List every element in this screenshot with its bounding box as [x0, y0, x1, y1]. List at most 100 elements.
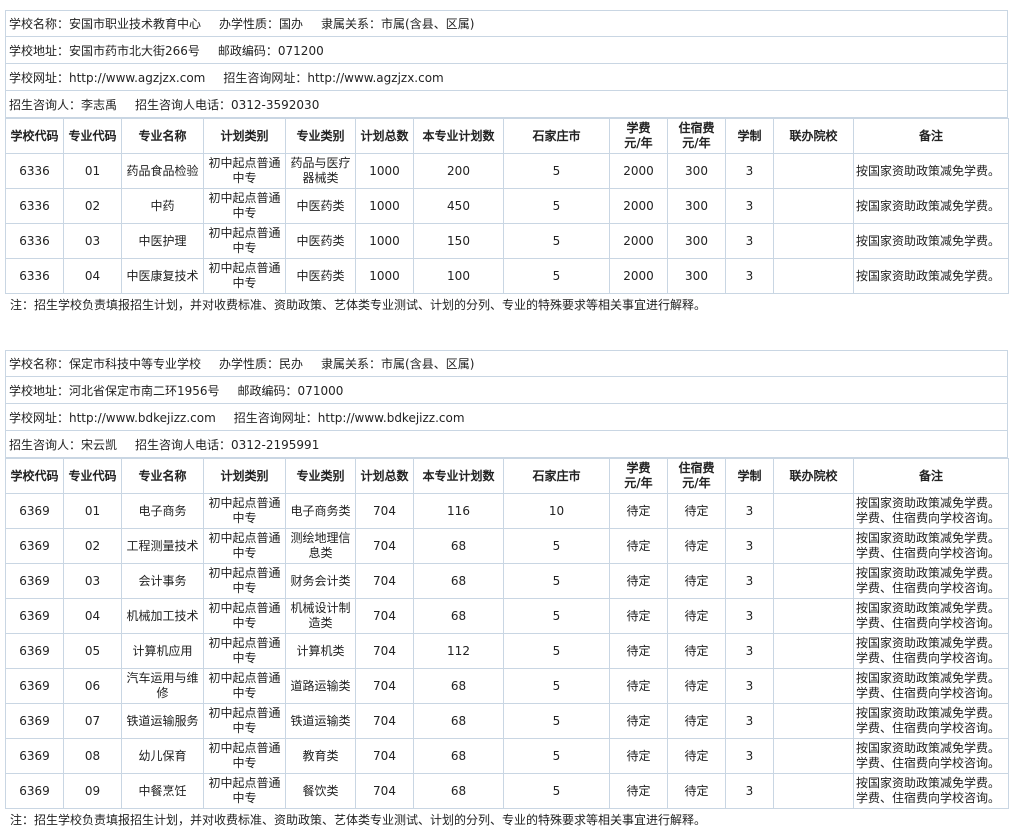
- table-cell: 待定: [667, 703, 726, 739]
- table-cell: 按国家资助政策减免学费。: [853, 223, 1009, 259]
- enrollment-website-link[interactable]: 招生咨询网址：http://www.agzjzx.com: [223, 69, 443, 86]
- table-cell: 01: [63, 153, 122, 189]
- table-cell: 68: [413, 598, 504, 634]
- table-cell: 3: [725, 668, 774, 704]
- table-row: 6336 03 中医护理 初中起点普通中专 中医药类 1000 150 5 2000 300 3 按国…: [5, 223, 1009, 259]
- table-cell: 按国家资助政策减免学费。: [853, 188, 1009, 224]
- table-cell: 初中起点普通中专: [203, 738, 286, 774]
- table-cell: 计算机应用: [121, 633, 204, 669]
- column-header: 本专业计划数: [413, 118, 504, 154]
- table-cell: 450: [413, 188, 504, 224]
- table-cell: 初中起点普通中专: [203, 773, 286, 809]
- school-name: 学校名称：安国市职业技术教育中心: [9, 17, 202, 31]
- table-cell: 6336: [5, 223, 64, 259]
- table-cell: 68: [413, 773, 504, 809]
- table-cell: 待定: [609, 633, 668, 669]
- table-cell: 04: [63, 258, 122, 294]
- table-cell: [773, 773, 854, 809]
- info-row: 学校网址：http://www.bdkejizz.com 招生咨询网址：http:…: [5, 404, 1008, 431]
- table-cell: 铁道运输类: [285, 703, 356, 739]
- table-cell: 704: [355, 598, 414, 634]
- footnote: 注：招生学校负责填报招生计划，并对收费标准、资助政策、艺体类专业测试、计划的分列…: [10, 298, 707, 312]
- school-website-link[interactable]: 学校网址：http://www.bdkejizz.com: [9, 409, 216, 426]
- table-cell: 3: [725, 633, 774, 669]
- table-cell: 02: [63, 528, 122, 564]
- table-row: 6369 05 计算机应用 初中起点普通中专 计算机类 704 112 5 待定 待定 3 按国家资助…: [5, 633, 1009, 669]
- table-cell: 07: [63, 703, 122, 739]
- table-cell: 中餐烹饪: [121, 773, 204, 809]
- table-cell: 300: [667, 223, 726, 259]
- table-row: 6336 04 中医康复技术 初中起点普通中专 中医药类 1000 100 5 2000 300 3…: [5, 258, 1009, 294]
- column-header: 专业代码: [63, 118, 122, 154]
- table-cell: 5: [503, 223, 610, 259]
- table-cell: 待定: [609, 528, 668, 564]
- table-cell: 初中起点普通中专: [203, 703, 286, 739]
- table-cell: 3: [725, 153, 774, 189]
- table-cell: 待定: [609, 563, 668, 599]
- table-cell: 02: [63, 188, 122, 224]
- table-row: 6369 01 电子商务 初中起点普通中专 电子商务类 704 116 10 待定 待定 3 按国家资…: [5, 493, 1009, 529]
- table-cell: 3: [725, 773, 774, 809]
- table-cell: 待定: [609, 738, 668, 774]
- table-cell: 初中起点普通中专: [203, 598, 286, 634]
- table-cell: 300: [667, 153, 726, 189]
- table-cell: 道路运输类: [285, 668, 356, 704]
- table-cell: 68: [413, 528, 504, 564]
- table-row: 6369 04 机械加工技术 初中起点普通中专 机械设计制造类 704 68 5 待定 待定 3 按国…: [5, 598, 1009, 634]
- table-cell: 5: [503, 703, 610, 739]
- column-header: 联办院校: [773, 118, 854, 154]
- table-header-row: 学校代码 专业代码 专业名称 计划类别 专业类别 计划总数 本专业计划数 石家庄市 学费 元/年住…: [5, 118, 1009, 154]
- table-cell: 财务会计类: [285, 563, 356, 599]
- column-header: 石家庄市: [503, 118, 610, 154]
- column-header: 学制: [725, 458, 774, 494]
- table-cell: 300: [667, 258, 726, 294]
- info-row: 招生咨询人：宋云凯 招生咨询人电话：0312-2195991: [5, 431, 1008, 458]
- table-cell: 704: [355, 563, 414, 599]
- table-cell: 150: [413, 223, 504, 259]
- table-cell: 待定: [667, 633, 726, 669]
- table-cell: 电子商务类: [285, 493, 356, 529]
- table-cell: 初中起点普通中专: [203, 493, 286, 529]
- enrollment-website-link[interactable]: 招生咨询网址：http://www.bdkejizz.com: [234, 409, 465, 426]
- table-cell: 药品与医疗器械类: [285, 153, 356, 189]
- table-cell: 待定: [609, 773, 668, 809]
- table-cell: [773, 223, 854, 259]
- table-cell: 中医药类: [285, 223, 356, 259]
- column-header: 住宿费 元/年: [667, 458, 726, 494]
- table-cell: 3: [725, 528, 774, 564]
- table-cell: 待定: [667, 668, 726, 704]
- table-cell: [773, 703, 854, 739]
- table-cell: 68: [413, 703, 504, 739]
- table-cell: [773, 188, 854, 224]
- table-cell: 按国家资助政策减免学费。 学费、住宿费向学校咨询。: [853, 668, 1009, 704]
- table-row: 6369 09 中餐烹饪 初中起点普通中专 餐饮类 704 68 5 待定 待定 3 按国家资助政策减…: [5, 773, 1009, 809]
- table-cell: 704: [355, 773, 414, 809]
- table-cell: 6336: [5, 258, 64, 294]
- table-row: 6369 08 幼儿保育 初中起点普通中专 教育类 704 68 5 待定 待定 3 按国家资助政策减…: [5, 738, 1009, 774]
- table-cell: 待定: [667, 528, 726, 564]
- contact-phone: 招生咨询人电话：0312-3592030: [135, 97, 320, 112]
- table-cell: 2000: [609, 258, 668, 294]
- table-cell: 待定: [609, 598, 668, 634]
- table-cell: 工程测量技术: [121, 528, 204, 564]
- table-cell: 68: [413, 668, 504, 704]
- table-cell: 5: [503, 598, 610, 634]
- table-cell: 6336: [5, 188, 64, 224]
- table-cell: [773, 493, 854, 529]
- table-cell: 3: [725, 703, 774, 739]
- table-cell: [773, 258, 854, 294]
- school-website-link[interactable]: 学校网址：http://www.agzjzx.com: [9, 69, 205, 86]
- table-cell: 5: [503, 668, 610, 704]
- table-cell: 初中起点普通中专: [203, 223, 286, 259]
- school-affiliation: 隶属关系：市属(含县、区属): [321, 357, 475, 371]
- column-header: 专业名称: [121, 458, 204, 494]
- column-header: 专业类别: [285, 458, 356, 494]
- table-cell: 5: [503, 188, 610, 224]
- info-row: 学校地址：安国市药市北大街266号 邮政编码：071200: [5, 37, 1008, 64]
- column-header: 石家庄市: [503, 458, 610, 494]
- table-cell: 3: [725, 258, 774, 294]
- table-cell: 待定: [667, 773, 726, 809]
- table-cell: [773, 668, 854, 704]
- table-cell: 116: [413, 493, 504, 529]
- contact-phone: 招生咨询人电话：0312-2195991: [135, 437, 320, 452]
